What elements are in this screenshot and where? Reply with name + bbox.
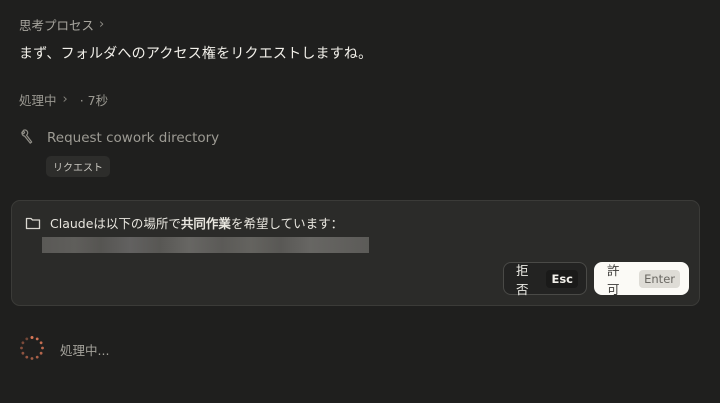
thinking-process-link[interactable]: 思考プロセス › xyxy=(19,15,104,34)
redacted-directory-path xyxy=(42,237,369,253)
allow-label: 許可 xyxy=(607,262,620,297)
chevron-right-icon: › xyxy=(99,17,105,32)
assistant-message: まず、フォルダへのアクセス権をリクエストしますね。 xyxy=(19,46,373,62)
chevron-right-icon: › xyxy=(62,92,68,107)
processing-toggle[interactable]: 処理中 › · 7秒 xyxy=(19,90,108,109)
tool-status-badge: リクエスト xyxy=(46,156,110,177)
permission-message: Claudeは以下の場所で共同作業を希望しています： xyxy=(50,213,343,232)
processing-duration: · 7秒 xyxy=(79,93,109,108)
deny-label: 拒否 xyxy=(516,262,529,297)
spinner-icon xyxy=(20,336,44,360)
wrench-icon xyxy=(21,129,33,144)
folder-icon xyxy=(25,217,41,229)
thinking-label: 思考プロセス xyxy=(19,18,95,33)
permission-header: Claudeは以下の場所で共同作業を希望しています： xyxy=(25,213,343,232)
tool-name: Request cowork directory xyxy=(47,129,220,146)
allow-button[interactable]: 許可 Enter xyxy=(594,262,689,297)
permission-text-prefix: Claudeは以下の場所で xyxy=(50,216,181,231)
permission-request-card: Claudeは以下の場所で共同作業を希望しています： 拒否 Esc 許可 Ent… xyxy=(11,200,700,306)
status-text: 処理中... xyxy=(60,343,110,358)
tool-call-row: Request cowork directory xyxy=(19,129,219,146)
deny-button[interactable]: 拒否 Esc xyxy=(503,262,587,297)
allow-shortcut-key: Enter xyxy=(639,269,680,288)
permission-text-bold: 共同作業 xyxy=(180,216,231,231)
deny-shortcut-key: Esc xyxy=(546,269,578,288)
permission-text-suffix: を希望しています： xyxy=(230,216,344,231)
processing-label: 処理中 xyxy=(19,93,57,108)
